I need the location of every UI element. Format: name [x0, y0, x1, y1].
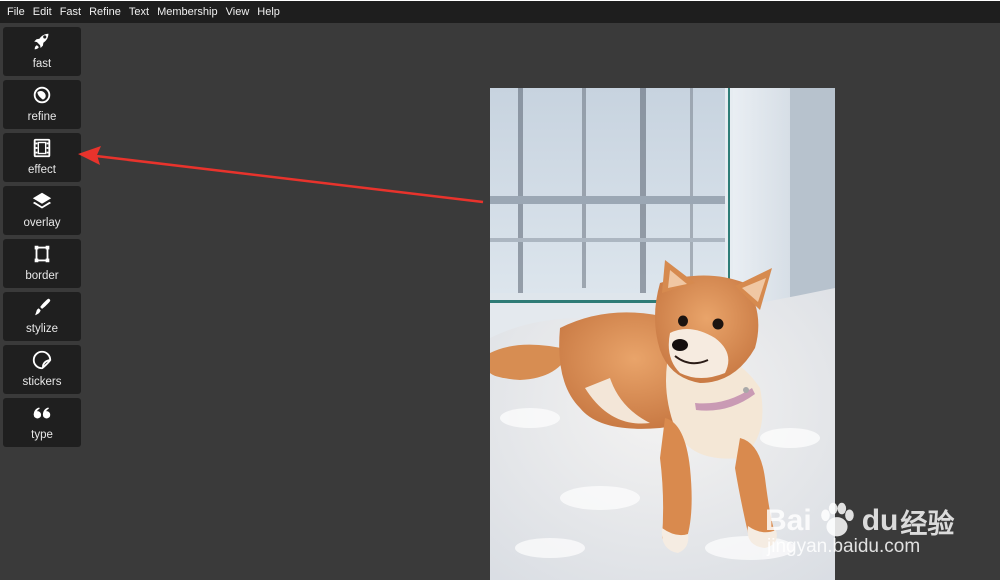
- tool-stickers-button[interactable]: stickers: [3, 345, 81, 394]
- refine-icon: [31, 84, 53, 106]
- menu-bar: File Edit Fast Refine Text Membership Vi…: [0, 0, 1000, 23]
- sticker-icon: [31, 349, 53, 371]
- tool-fast-button[interactable]: fast: [3, 27, 81, 76]
- watermark-url: jingyan.baidu.com: [767, 536, 921, 557]
- layers-icon: [31, 190, 53, 212]
- menu-fast[interactable]: Fast: [60, 6, 81, 18]
- menu-edit[interactable]: Edit: [33, 6, 52, 18]
- tool-overlay-label: overlay: [23, 217, 61, 229]
- tool-type-button[interactable]: type: [3, 398, 81, 447]
- watermark-brand-left: Bai: [765, 504, 812, 537]
- rocket-icon: [31, 31, 53, 53]
- menu-help[interactable]: Help: [257, 6, 280, 18]
- film-icon: [31, 137, 53, 159]
- tool-stickers-label: stickers: [22, 376, 62, 388]
- watermark-brand-right: du: [861, 504, 899, 537]
- menu-text[interactable]: Text: [129, 6, 149, 18]
- tool-sidebar: fast refine effect overlay border styliz…: [3, 27, 81, 451]
- tool-refine-button[interactable]: refine: [3, 80, 81, 129]
- tool-border-label: border: [25, 270, 59, 282]
- menu-membership[interactable]: Membership: [157, 6, 218, 18]
- quote-icon: [31, 402, 53, 424]
- tool-effect-button[interactable]: effect: [3, 133, 81, 182]
- brush-icon: [31, 296, 53, 318]
- tool-fast-label: fast: [32, 58, 52, 70]
- tool-border-button[interactable]: border: [3, 239, 81, 288]
- menu-refine[interactable]: Refine: [89, 6, 121, 18]
- watermark-brand-cn: 经验: [900, 508, 955, 540]
- menu-file[interactable]: File: [7, 6, 25, 18]
- tool-effect-label: effect: [28, 164, 56, 176]
- tool-type-label: type: [31, 429, 53, 441]
- menu-view[interactable]: View: [226, 6, 250, 18]
- app-window: File Edit Fast Refine Text Membership Vi…: [0, 0, 1000, 580]
- tool-stylize-button[interactable]: stylize: [3, 292, 81, 341]
- tool-stylize-label: stylize: [26, 323, 58, 335]
- tool-refine-label: refine: [27, 111, 57, 123]
- border-frame-icon: [31, 243, 53, 265]
- baidu-watermark: Bai du 经验 jingyan.baidu.com: [765, 470, 995, 570]
- tool-overlay-button[interactable]: overlay: [3, 186, 81, 235]
